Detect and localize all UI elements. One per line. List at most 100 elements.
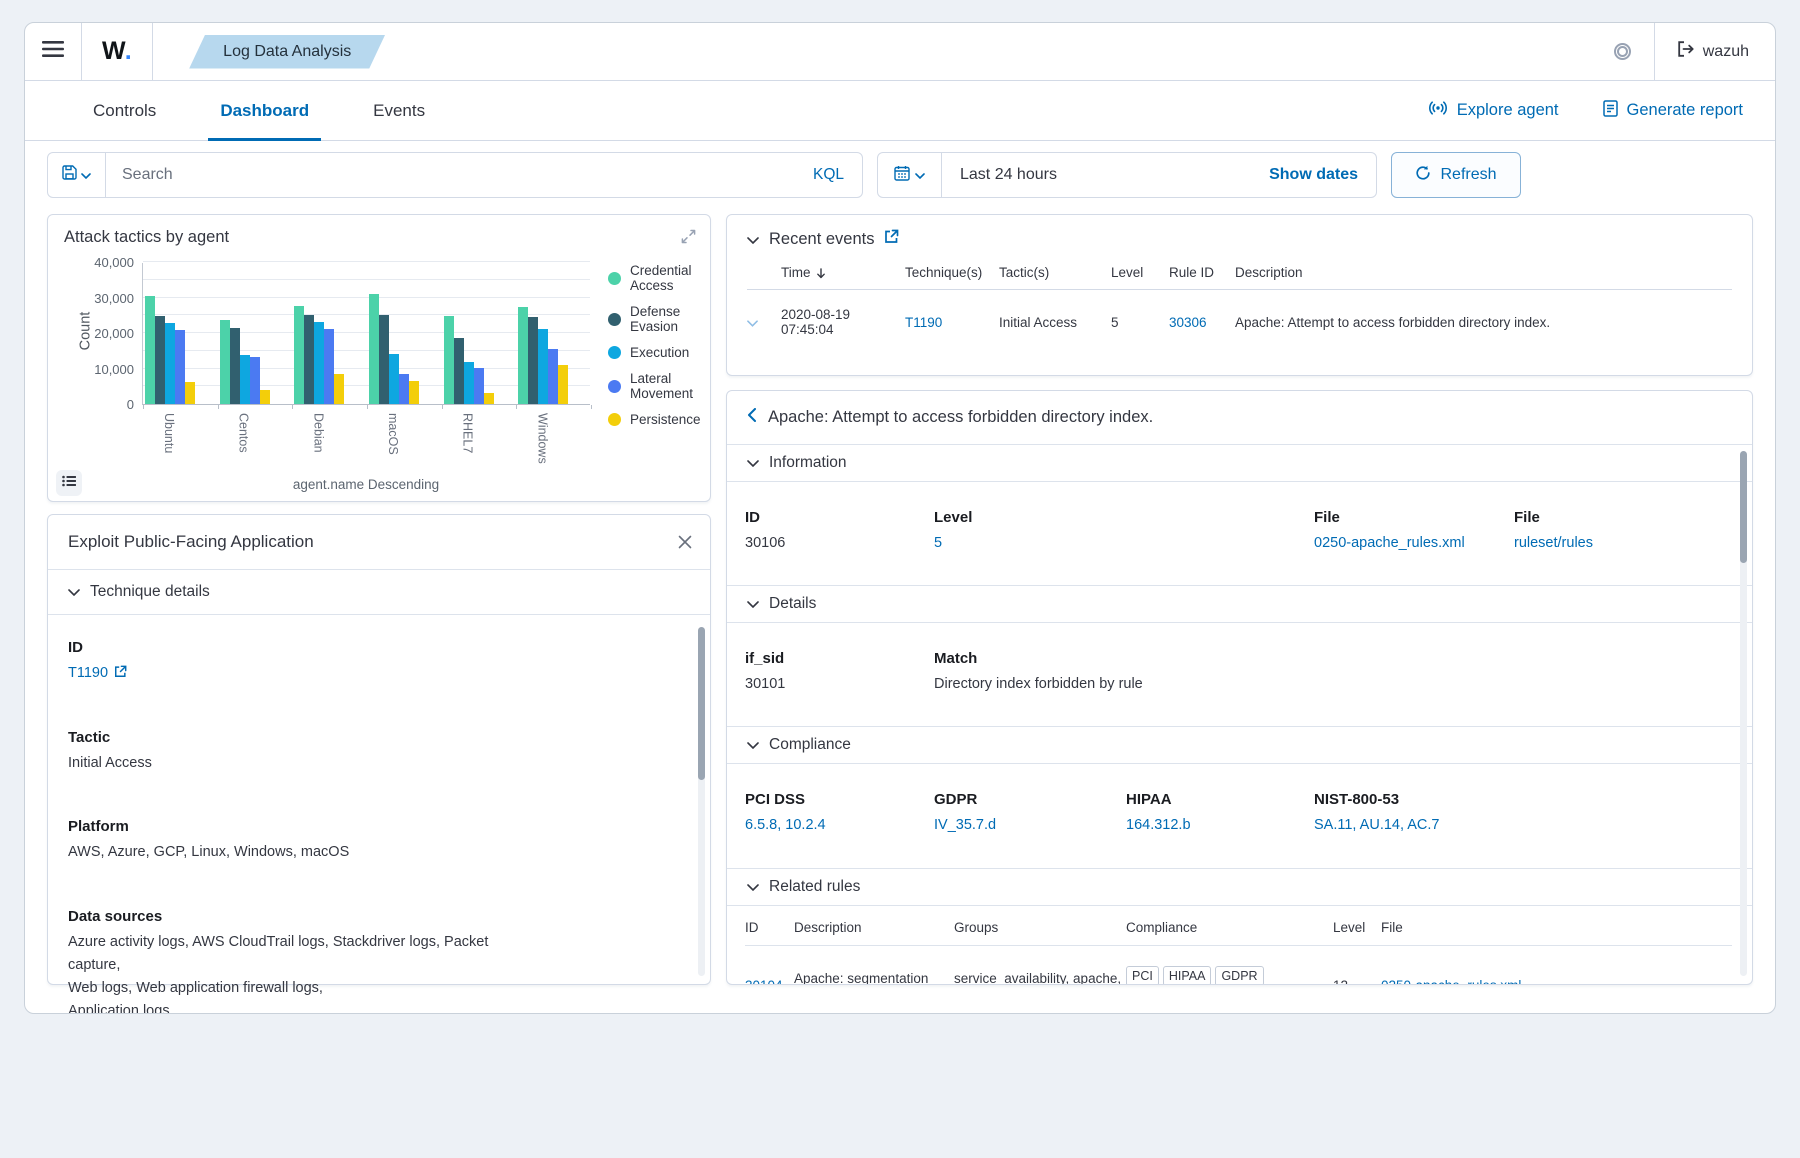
bar-centos-defense-evasion[interactable] xyxy=(230,328,240,404)
event-rule-id-link[interactable]: 30306 xyxy=(1169,315,1207,330)
bar-centos-persistence[interactable] xyxy=(260,390,270,404)
menu-button[interactable] xyxy=(25,23,81,80)
calendar-button[interactable] xyxy=(878,153,942,197)
bar-rhel7-persistence[interactable] xyxy=(484,393,494,404)
bar-ubuntu-persistence[interactable] xyxy=(185,382,195,404)
bar-macos-execution[interactable] xyxy=(389,354,399,404)
details-section-header[interactable]: Details xyxy=(727,585,1752,623)
column-header-file[interactable]: File xyxy=(1381,910,1732,946)
field-value[interactable]: 0250-apache_rules.xml xyxy=(1314,532,1504,555)
legend-label: Persistence xyxy=(630,412,701,427)
column-header-level[interactable]: Level xyxy=(1333,910,1381,946)
bar-centos-credential-access[interactable] xyxy=(220,320,230,404)
bar-windows-defense-evasion[interactable] xyxy=(528,317,538,404)
search-input[interactable] xyxy=(106,153,795,197)
x-axis-tick xyxy=(218,405,219,409)
saved-queries-button[interactable] xyxy=(48,153,106,197)
technique-details-section-header[interactable]: Technique details xyxy=(48,569,710,615)
kql-button[interactable]: KQL xyxy=(795,166,862,184)
bar-macos-defense-evasion[interactable] xyxy=(379,315,389,404)
bar-debian-execution[interactable] xyxy=(314,322,324,404)
breadcrumb-badge[interactable]: Log Data Analysis xyxy=(189,35,385,69)
tab-controls[interactable]: Controls xyxy=(81,81,168,140)
bar-ubuntu-execution[interactable] xyxy=(165,323,175,404)
bar-debian-lateral-movement[interactable] xyxy=(324,329,334,404)
bar-debian-credential-access[interactable] xyxy=(294,306,304,404)
field-value[interactable]: 5 xyxy=(934,532,1304,555)
external-link-icon[interactable] xyxy=(884,229,899,249)
related-rules-section-header[interactable]: Related rules xyxy=(727,868,1752,906)
bar-debian-persistence[interactable] xyxy=(334,374,344,404)
bar-rhel7-credential-access[interactable] xyxy=(444,316,454,404)
field-value[interactable]: T1190 xyxy=(68,662,518,686)
bar-macos-credential-access[interactable] xyxy=(369,294,379,404)
column-header-description[interactable]: Description xyxy=(794,910,954,946)
x-axis-tick xyxy=(591,405,592,409)
bar-windows-persistence[interactable] xyxy=(558,365,568,404)
show-dates-button[interactable]: Show dates xyxy=(1269,166,1376,184)
compliance-section-header[interactable]: Compliance xyxy=(727,726,1752,764)
bar-rhel7-lateral-movement[interactable] xyxy=(474,368,484,404)
tab-events[interactable]: Events xyxy=(361,81,437,140)
bar-ubuntu-credential-access[interactable] xyxy=(145,296,155,404)
field-label: Level xyxy=(934,509,1304,526)
legend-item-credential-access[interactable]: Credential Access xyxy=(608,263,701,293)
scrollbar[interactable] xyxy=(1740,451,1747,976)
table-row[interactable]: 30104 Apache: segmentation fault. servic… xyxy=(745,945,1732,985)
chevron-down-icon xyxy=(81,166,91,184)
field-value[interactable]: IV_35.7.d xyxy=(934,814,1116,837)
legend-item-defense-evasion[interactable]: Defense Evasion xyxy=(608,304,701,334)
column-header-tactic-s[interactable]: Tactic(s) xyxy=(999,257,1111,290)
column-header-id[interactable]: ID xyxy=(745,910,794,946)
legend-item-lateral-movement[interactable]: Lateral Movement xyxy=(608,371,701,401)
external-link-icon[interactable] xyxy=(114,666,127,682)
bar-rhel7-defense-evasion[interactable] xyxy=(454,338,464,404)
related-rule-file-link[interactable]: 0250-apache_rules.xml xyxy=(1381,978,1521,985)
bar-centos-lateral-movement[interactable] xyxy=(250,357,260,404)
column-header-groups[interactable]: Groups xyxy=(954,910,1126,946)
close-icon[interactable] xyxy=(674,531,696,558)
bar-ubuntu-defense-evasion[interactable] xyxy=(155,316,165,404)
field-value[interactable]: SA.11, AU.14, AC.7 xyxy=(1314,814,1439,837)
time-range-value[interactable]: Last 24 hours xyxy=(942,166,1057,184)
bar-centos-execution[interactable] xyxy=(240,355,250,404)
bar-macos-lateral-movement[interactable] xyxy=(399,374,409,404)
related-rule-id-link[interactable]: 30104 xyxy=(745,978,783,985)
field-value[interactable]: ruleset/rules xyxy=(1514,532,1593,555)
legend-toggle-button[interactable] xyxy=(56,470,82,496)
information-section-header[interactable]: Information xyxy=(727,444,1752,482)
column-header-description[interactable]: Description xyxy=(1235,257,1732,290)
bar-windows-lateral-movement[interactable] xyxy=(548,349,558,404)
column-header-rule-id[interactable]: Rule ID xyxy=(1169,257,1235,290)
expand-icon[interactable] xyxy=(681,229,696,249)
status-circle-button[interactable] xyxy=(1592,43,1654,60)
legend-item-persistence[interactable]: Persistence xyxy=(608,412,701,427)
bar-windows-credential-access[interactable] xyxy=(518,307,528,404)
scrollbar[interactable] xyxy=(698,627,705,976)
field-value[interactable]: 164.312.b xyxy=(1126,814,1304,837)
bar-windows-execution[interactable] xyxy=(538,329,548,404)
legend-item-execution[interactable]: Execution xyxy=(608,345,701,360)
column-header-compliance[interactable]: Compliance xyxy=(1126,910,1333,946)
app-window: W. Log Data Analysis wazuh Controls Dash… xyxy=(24,22,1776,1014)
table-row[interactable]: 2020-08-19 07:45:04 T1190 Initial Access… xyxy=(747,290,1732,346)
bar-ubuntu-lateral-movement[interactable] xyxy=(175,330,185,404)
event-technique-link[interactable]: T1190 xyxy=(905,315,942,330)
logout-button[interactable]: wazuh xyxy=(1655,41,1775,62)
field-label: ID xyxy=(68,639,518,656)
chevron-down-icon[interactable] xyxy=(747,230,759,249)
explore-agent-button[interactable]: Explore agent xyxy=(1428,100,1559,121)
bar-debian-defense-evasion[interactable] xyxy=(304,315,314,404)
wazuh-logo[interactable]: W. xyxy=(82,37,152,66)
bar-macos-persistence[interactable] xyxy=(409,381,419,404)
bar-rhel7-execution[interactable] xyxy=(464,362,474,404)
refresh-button[interactable]: Refresh xyxy=(1391,152,1521,198)
row-expand-chevron[interactable] xyxy=(747,290,781,346)
back-chevron-icon[interactable] xyxy=(747,408,756,427)
field-value[interactable]: 6.5.8, 10.2.4 xyxy=(745,814,924,837)
column-header-technique-s[interactable]: Technique(s) xyxy=(905,257,999,290)
column-header-level[interactable]: Level xyxy=(1111,257,1169,290)
generate-report-button[interactable]: Generate report xyxy=(1603,100,1743,122)
tab-dashboard[interactable]: Dashboard xyxy=(208,81,321,140)
column-header-time[interactable]: Time xyxy=(781,257,905,290)
